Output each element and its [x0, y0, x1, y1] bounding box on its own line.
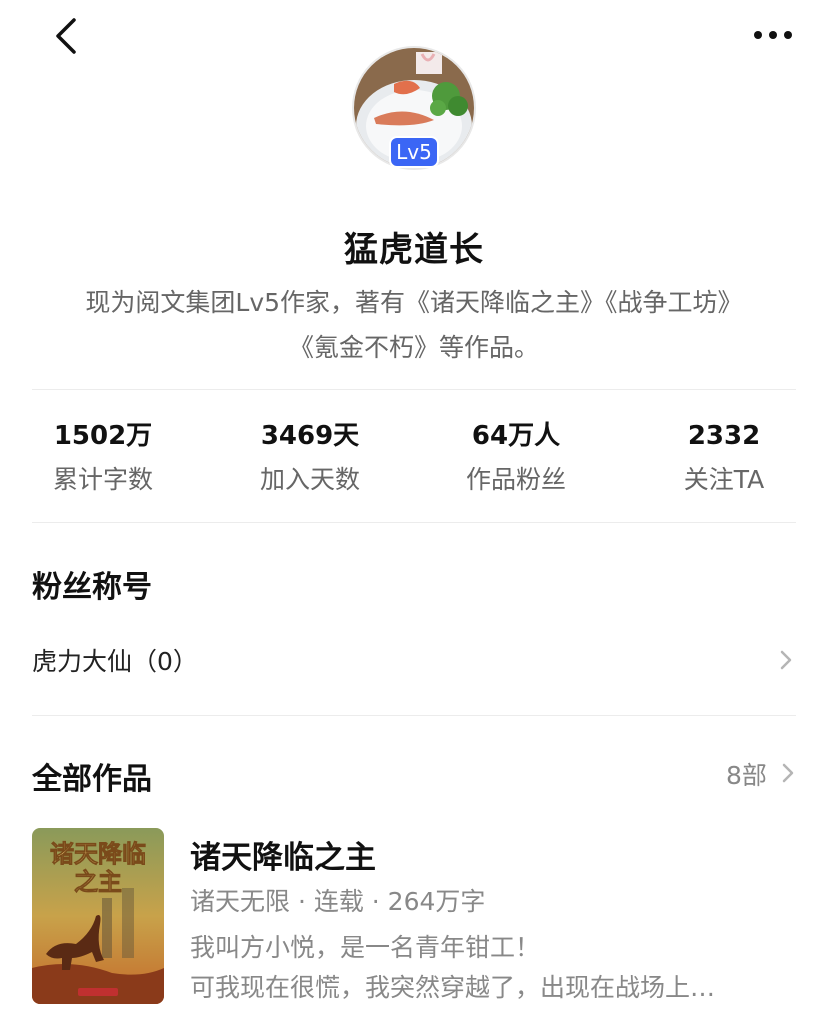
bio-line: 现为阅文集团Lv5作家，著有《诸天降临之主》《战争工坊》 — [85, 288, 743, 317]
stat-value: 1502万 — [53, 421, 153, 451]
works-count-link[interactable]: 8部 — [726, 756, 794, 792]
stat-label: 加入天数 — [259, 465, 360, 494]
more-button[interactable] — [748, 18, 798, 52]
back-button[interactable] — [44, 14, 88, 58]
works-count: 8部 — [726, 761, 767, 790]
chevron-right-icon — [780, 650, 792, 670]
fan-title-item: 虎力大仙（0） — [32, 647, 198, 676]
stat-join-days[interactable]: 3469天 加入天数 — [210, 414, 410, 496]
svg-text:之主: 之主 — [74, 868, 122, 896]
more-dots-icon — [754, 31, 792, 39]
divider — [32, 389, 796, 390]
book-desc-line: 可我现在很慌，我突然穿越了，出现在战场上… — [190, 973, 716, 1002]
stat-value: 2332 — [687, 421, 761, 451]
bio-line: 《氪金不朽》等作品。 — [288, 333, 539, 362]
book-title: 诸天降临之主 — [190, 840, 376, 876]
stats-row: 1502万 累计字数 3469天 加入天数 64万人 作品粉丝 2332 关注T… — [0, 414, 828, 514]
divider — [32, 715, 796, 716]
chevron-right-icon — [782, 763, 794, 783]
stat-fans[interactable]: 64万人 作品粉丝 — [416, 414, 616, 496]
book-meta: 诸天无限 · 连载 · 264万字 — [190, 887, 486, 916]
works-heading: 全部作品 — [32, 762, 152, 797]
chevron-left-icon — [56, 18, 76, 54]
level-badge: Lv5 — [389, 136, 439, 168]
stat-value: 3469天 — [260, 421, 360, 451]
stat-label: 累计字数 — [52, 465, 153, 494]
book-desc-line: 我叫方小悦，是一名青年钳工！ — [190, 933, 541, 962]
stat-label: 作品粉丝 — [465, 465, 566, 494]
book-item[interactable]: 诸天降临 之主 诸天降临之主 诸天无限 · 连载 · 264万字 我叫方小悦，是… — [32, 826, 796, 1006]
author-bio: 现为阅文集团Lv5作家，著有《诸天降临之主》《战争工坊》 《氪金不朽》等作品。 — [30, 280, 798, 370]
stat-label: 关注TA — [683, 465, 765, 494]
book-cover: 诸天降临 之主 — [32, 828, 164, 1004]
svg-text:诸天降临: 诸天降临 — [50, 840, 146, 868]
stat-total-words[interactable]: 1502万 累计字数 — [3, 414, 203, 496]
author-name: 猛虎道长 — [344, 230, 484, 270]
stat-following[interactable]: 2332 关注TA — [624, 414, 824, 496]
book-cover-image: 诸天降临 之主 — [32, 828, 164, 1004]
fan-title-heading: 粉丝称号 — [32, 570, 152, 605]
book-description: 我叫方小悦，是一名青年钳工！ 可我现在很慌，我突然穿越了，出现在战场上… — [190, 928, 796, 1008]
divider — [32, 522, 796, 523]
fan-title-row[interactable]: 虎力大仙（0） — [32, 630, 796, 690]
stat-value: 64万人 — [471, 421, 561, 451]
